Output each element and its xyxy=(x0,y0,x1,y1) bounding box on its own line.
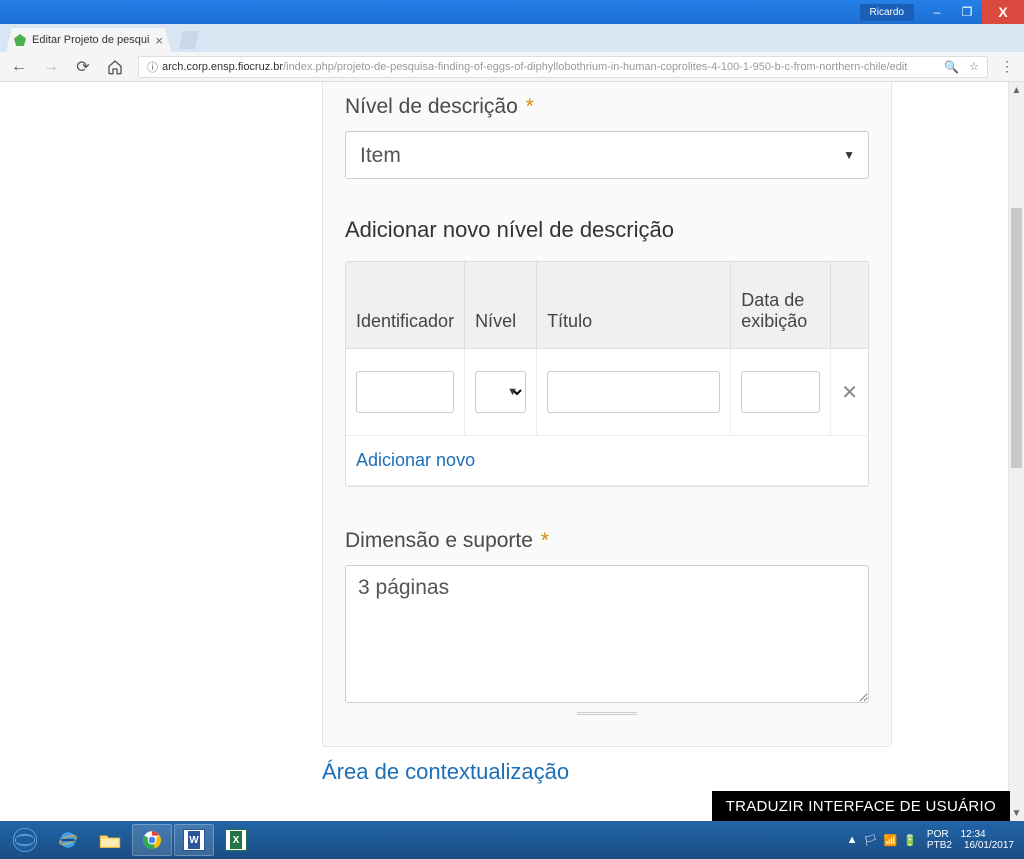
window-titlebar: Ricardo – ❐ X xyxy=(0,0,1024,24)
add-child-section-heading: Adicionar novo nível de descrição xyxy=(345,217,869,243)
taskbar-item-explorer[interactable] xyxy=(90,824,130,856)
col-identifier-header: Identificador xyxy=(346,262,465,349)
title-input[interactable] xyxy=(547,371,720,413)
level-select[interactable] xyxy=(475,371,526,413)
display-date-input[interactable] xyxy=(741,371,820,413)
excel-icon: X xyxy=(225,829,247,851)
tray-clock[interactable]: POR12:34 PTB216/01/2017 xyxy=(927,829,1014,852)
zoom-icon[interactable]: 🔍 xyxy=(944,60,959,74)
identifier-input[interactable] xyxy=(356,371,454,413)
browser-addressbar: ← → ⟳ ⓘ arch.corp.ensp.fiocruz.br/index.… xyxy=(0,52,1024,82)
tray-flag-icon[interactable]: 🏳 xyxy=(864,834,878,847)
child-levels-table: Identificador Nível Título Data de exibi… xyxy=(345,261,869,487)
tab-close-icon[interactable]: × xyxy=(155,33,163,48)
extent-textarea[interactable]: 3 páginas xyxy=(345,565,869,703)
level-of-description-select[interactable]: Item xyxy=(345,131,869,179)
scroll-up-icon[interactable]: ▲ xyxy=(1009,82,1024,98)
tray-network-icon[interactable]: 📶 xyxy=(884,834,898,847)
scroll-down-icon[interactable]: ▼ xyxy=(1009,805,1024,821)
tab-title: Editar Projeto de pesqui xyxy=(32,34,149,46)
window-close-button[interactable]: X xyxy=(982,0,1024,24)
col-display-date-header: Data de exibição xyxy=(731,262,831,349)
url-host: arch.corp.ensp.fiocruz.br xyxy=(162,61,283,73)
vertical-scrollbar[interactable]: ▲ ▼ xyxy=(1008,82,1024,821)
browser-tab[interactable]: Editar Projeto de pesqui × xyxy=(6,28,171,52)
tab-favicon-icon xyxy=(14,34,26,46)
taskbar-item-chrome[interactable] xyxy=(132,824,172,856)
context-section-heading[interactable]: Área de contextualização xyxy=(322,759,892,785)
col-title-header: Título xyxy=(537,262,731,349)
row-delete-button[interactable]: ✕ xyxy=(831,349,868,436)
nav-back-icon[interactable]: ← xyxy=(10,58,28,76)
taskbar-item-word[interactable]: W xyxy=(174,824,214,856)
textarea-resize-handle[interactable] xyxy=(345,708,869,718)
window-minimize-button[interactable]: – xyxy=(922,0,952,24)
browser-tabbar: Editar Projeto de pesqui × xyxy=(0,24,1024,52)
site-info-icon[interactable]: ⓘ xyxy=(147,59,158,75)
system-tray: ▲ 🏳 📶 🔋 POR12:34 PTB216/01/2017 xyxy=(847,829,1020,852)
window-user-label: Ricardo xyxy=(860,4,914,21)
browser-menu-icon[interactable]: ⋮ xyxy=(1000,58,1014,75)
taskbar-item-ie[interactable] xyxy=(48,824,88,856)
nav-home-icon[interactable] xyxy=(106,58,124,76)
required-mark-icon: * xyxy=(541,529,549,552)
taskbar-item-excel[interactable]: X xyxy=(216,824,256,856)
form-card: Nível de descrição * Item ▼ Adicionar no… xyxy=(322,82,892,747)
extent-label: Dimensão e suporte * xyxy=(345,529,869,553)
table-row: ▼ ✕ xyxy=(346,349,868,436)
scroll-thumb[interactable] xyxy=(1011,208,1022,468)
url-input[interactable]: ⓘ arch.corp.ensp.fiocruz.br/index.php/pr… xyxy=(138,56,988,78)
tray-overflow-icon[interactable]: ▲ xyxy=(847,834,858,846)
bookmark-star-icon[interactable]: ☆ xyxy=(969,60,979,73)
window-maximize-button[interactable]: ❐ xyxy=(952,0,982,24)
start-button[interactable] xyxy=(4,824,46,856)
col-delete-header xyxy=(831,262,868,349)
translate-ui-banner[interactable]: TRADUZIR INTERFACE DE USUÁRIO xyxy=(712,791,1010,821)
col-level-header: Nível xyxy=(465,262,537,349)
add-new-row-link[interactable]: Adicionar novo xyxy=(356,450,475,470)
page-viewport: Nível de descrição * Item ▼ Adicionar no… xyxy=(0,82,1024,821)
word-icon: W xyxy=(183,829,205,851)
windows-taskbar: W X ▲ 🏳 📶 🔋 POR12:34 PTB216/01/2017 xyxy=(0,821,1024,859)
level-of-description-label: Nível de descrição * xyxy=(345,95,869,119)
new-tab-button[interactable] xyxy=(179,31,199,49)
required-mark-icon: * xyxy=(526,95,534,118)
nav-forward-icon[interactable]: → xyxy=(42,58,60,76)
tray-battery-icon[interactable]: 🔋 xyxy=(903,834,917,847)
nav-reload-icon[interactable]: ⟳ xyxy=(74,58,92,76)
url-path: /index.php/projeto-de-pesquisa-finding-o… xyxy=(283,61,907,73)
